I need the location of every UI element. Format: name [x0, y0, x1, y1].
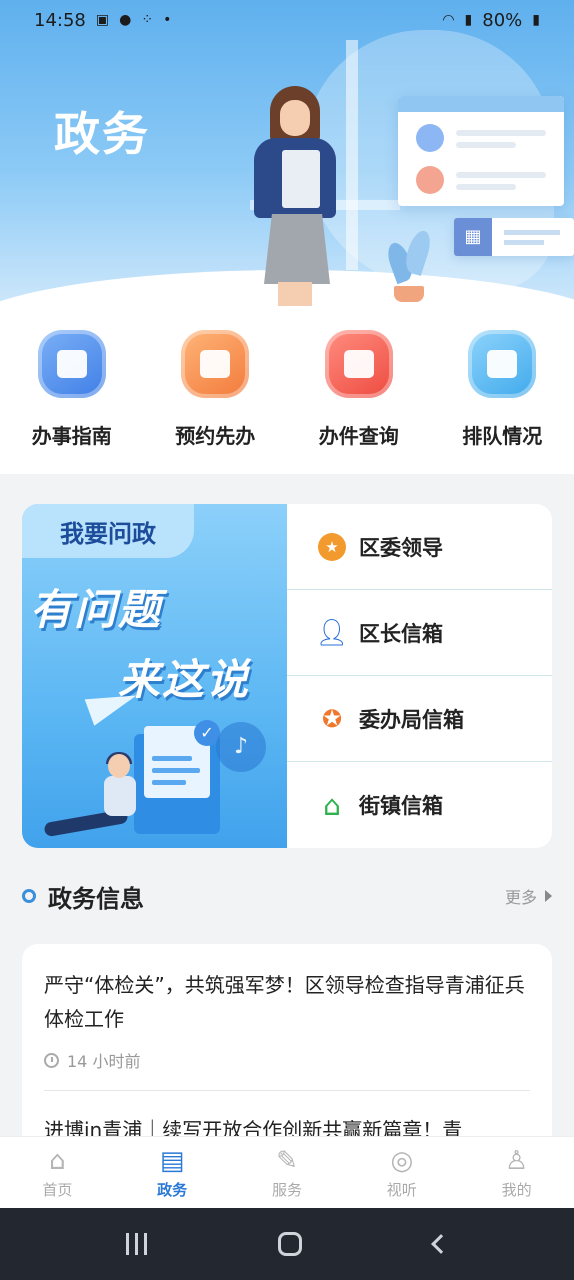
- wenzheng-item-mayor-mailbox[interactable]: 👤︎ 区长信箱: [287, 590, 552, 676]
- wenzheng-item-label: 区委领导: [359, 535, 443, 560]
- quick-service-label: 办事指南: [31, 424, 112, 448]
- more-label: 更多: [504, 888, 537, 907]
- news-item-time: 14 小时前: [67, 1052, 141, 1071]
- home-button[interactable]: [278, 1232, 303, 1256]
- signal-icon: ▮: [464, 12, 473, 28]
- bottom-tab-bar: ⌂ 首页 ▤ 政务 ✎ 服务 ◎ 视听 ♙ 我的: [0, 1136, 574, 1208]
- status-bar: 14:58 ▣ ● ⁘ • ◠ ▮ 80% ▮: [0, 0, 574, 40]
- apps-icon: ⁘: [141, 12, 154, 28]
- printer-icon: [181, 330, 250, 398]
- person-icon: 👤︎: [315, 617, 349, 648]
- more-link[interactable]: 更多: [505, 884, 552, 908]
- star-swirl-icon: ✪: [321, 704, 343, 733]
- news-section-title: 政务信息: [48, 884, 144, 913]
- quick-service-query[interactable]: 办件查询: [289, 330, 429, 474]
- paper-plane-icon: [84, 682, 142, 726]
- back-button[interactable]: [431, 1234, 452, 1254]
- status-time: 14:58: [34, 9, 86, 31]
- news-section-header: 政务信息 更多: [22, 876, 552, 916]
- news-item-title: 严守“体检关”，共筑强军梦！区领导检查指导青浦征兵体检工作: [44, 973, 525, 1031]
- quick-service-queue[interactable]: 排队情况: [432, 330, 572, 474]
- house-icon: ⌂: [323, 788, 341, 822]
- wenzheng-banner[interactable]: 我要问政 有问题 来这说 ✓ ♪: [22, 504, 287, 848]
- gallery-icon: ▣: [95, 12, 110, 28]
- quick-service-guide[interactable]: 办事指南: [2, 330, 142, 474]
- tab-home[interactable]: ⌂ 首页: [7, 1145, 107, 1200]
- system-nav-bar: [0, 1208, 574, 1280]
- person-illustration: [42, 752, 142, 844]
- wenzheng-item-label: 区长信箱: [359, 621, 443, 646]
- wenzheng-item-label: 委办局信箱: [359, 707, 464, 732]
- tab-label: 服务: [271, 1181, 302, 1199]
- battery-icon: ▮: [532, 12, 540, 28]
- calendar-illustration: ▦: [454, 218, 574, 256]
- tab-media[interactable]: ◎ 视听: [352, 1145, 452, 1200]
- tab-government[interactable]: ▤ 政务: [122, 1145, 222, 1200]
- clock-icon: [44, 1052, 59, 1068]
- wenzheng-panel: 我要问政 有问题 来这说 ✓ ♪ ★ 区委领导 👤︎ 区长信箱 ✪ 委办局信箱 …: [22, 504, 552, 848]
- wenzheng-item-bureau-mailbox[interactable]: ✪ 委办局信箱: [287, 676, 552, 762]
- news-item[interactable]: 严守“体检关”，共筑强军梦！区领导检查指导青浦征兵体检工作 14 小时前: [44, 968, 530, 1072]
- tab-services[interactable]: ✎ 服务: [237, 1145, 337, 1200]
- document-illustration: ✓: [144, 720, 220, 798]
- quick-service-appointment[interactable]: 预约先办: [145, 330, 285, 474]
- battery-level: 80%: [482, 9, 523, 31]
- compass-icon: ◎: [390, 1146, 414, 1176]
- home-icon: ⌂: [49, 1146, 66, 1176]
- woman-illustration: [240, 86, 350, 306]
- user-icon: ♙: [504, 1146, 529, 1176]
- wenzheng-list: ★ 区委领导 👤︎ 区长信箱 ✪ 委办局信箱 ⌂ 街镇信箱: [287, 504, 552, 848]
- wenzheng-tag: 我要问政: [22, 504, 194, 558]
- tab-label: 我的: [501, 1181, 532, 1199]
- edit-icon: ✎: [276, 1146, 298, 1176]
- document-search-icon: [324, 330, 393, 398]
- quick-service-label: 办件查询: [318, 424, 399, 448]
- news-item-meta: 14 小时前: [44, 1048, 530, 1072]
- wenzheng-item-label: 街镇信箱: [359, 794, 443, 818]
- wenzheng-slogan-line1: 有问题: [30, 585, 163, 634]
- tab-label: 视听: [386, 1181, 417, 1199]
- document-edit-icon: ▤: [159, 1146, 185, 1176]
- users-icon: [468, 330, 537, 398]
- tab-label: 首页: [42, 1181, 73, 1199]
- more-notifications-icon: •: [163, 12, 172, 28]
- wenzheng-slogan-line2: 来这说: [118, 655, 251, 704]
- calendar-icon: ▦: [454, 218, 492, 256]
- quick-service-label: 预约先办: [175, 424, 256, 448]
- medal-star-icon: ★: [318, 532, 346, 561]
- page-title: 政务: [54, 107, 150, 161]
- calendar-check-icon: [37, 330, 106, 398]
- divider: [44, 1090, 530, 1091]
- tab-profile[interactable]: ♙ 我的: [467, 1145, 567, 1200]
- tab-label: 政务: [157, 1181, 188, 1199]
- section-dot-icon: [22, 889, 36, 903]
- profile-card-illustration: [398, 96, 564, 206]
- quick-services: 办事指南 预约先办 办件查询 排队情况: [0, 310, 574, 474]
- plant-illustration: [383, 226, 435, 306]
- wenzheng-item-district-leaders[interactable]: ★ 区委领导: [287, 504, 552, 590]
- recent-apps-button[interactable]: [125, 1233, 147, 1255]
- bell-icon: ♪: [216, 722, 266, 772]
- quick-service-label: 排队情况: [462, 424, 543, 448]
- message-icon: ●: [119, 12, 132, 28]
- wifi-icon: ◠: [442, 12, 455, 28]
- arrow-right-icon: [545, 890, 552, 902]
- wenzheng-item-town-mailbox[interactable]: ⌂ 街镇信箱: [287, 762, 552, 848]
